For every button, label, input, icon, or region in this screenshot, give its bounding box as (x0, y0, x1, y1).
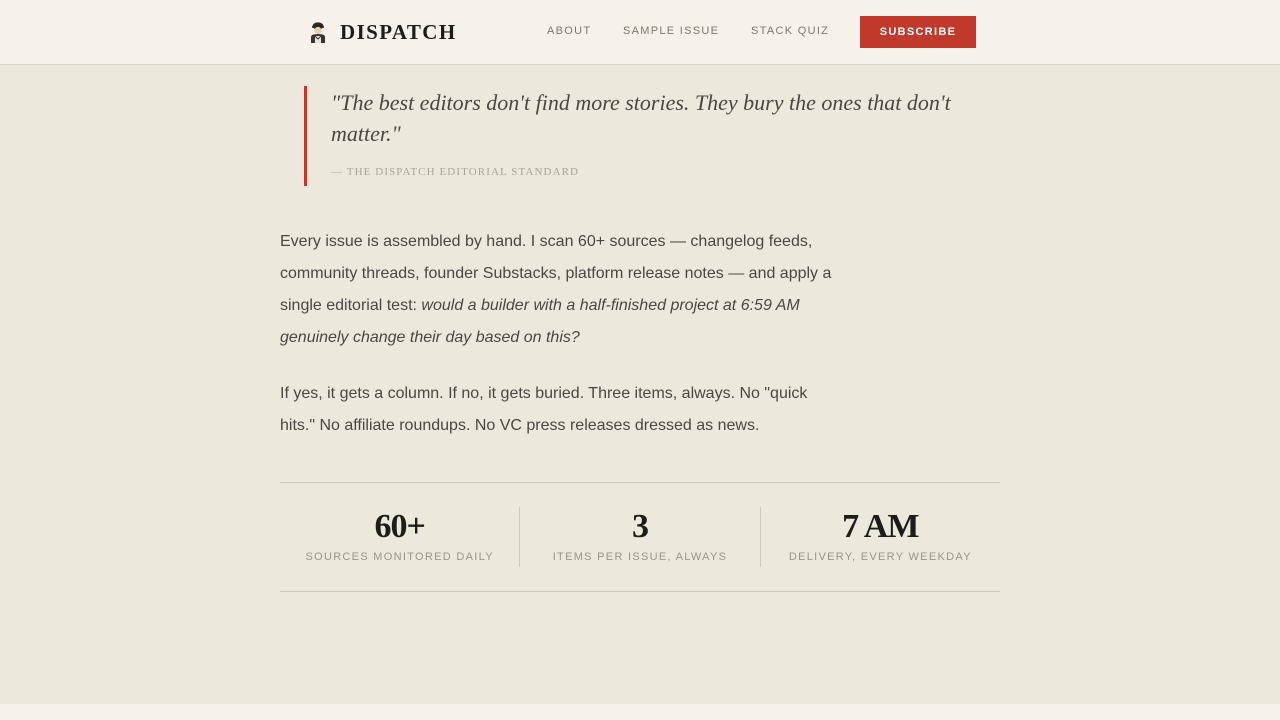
stat-value: 60+ (374, 508, 425, 545)
stat-value: 7 AM (842, 508, 919, 545)
quote-text: "The best editors don't find more storie… (331, 90, 951, 146)
stat-value: 3 (631, 508, 649, 545)
nav-stack-quiz[interactable]: STACK QUIZ (751, 25, 829, 37)
footer-strip (0, 704, 1280, 720)
body-paragraph-1: Every issue is assembled by hand. I scan… (280, 226, 840, 354)
stat-label: ITEMS PER ISSUE, ALWAYS (552, 551, 728, 563)
subscribe-button[interactable]: SUBSCRIBE (860, 16, 976, 48)
editorial-quote: "The best editors don't find more storie… (304, 86, 994, 186)
nav-sample-issue[interactable]: SAMPLE ISSUE (623, 25, 719, 37)
stat-items: 3 ITEMS PER ISSUE, ALWAYS (519, 507, 759, 567)
quote-attribution: — THE DISPATCH EDITORIAL STANDARD (331, 166, 580, 178)
body-paragraph-2: If yes, it gets a column. If no, it gets… (280, 385, 808, 434)
stat-label: DELIVERY, EVERY WEEKDAY (788, 551, 972, 563)
newsboy-icon (311, 22, 325, 43)
stat-label: SOURCES MONITORED DAILY (305, 551, 494, 563)
logo[interactable]: DISPATCH (308, 19, 457, 45)
stats-bar: 60+ SOURCES MONITORED DAILY 3 ITEMS PER … (280, 482, 1000, 592)
nav-about[interactable]: ABOUT (547, 25, 591, 37)
stat-sources: 60+ SOURCES MONITORED DAILY (280, 507, 519, 567)
site-header: DISPATCH ABOUT SAMPLE ISSUE STACK QUIZ S… (0, 0, 1280, 65)
brand-name: DISPATCH (340, 19, 457, 44)
stat-delivery: 7 AM DELIVERY, EVERY WEEKDAY (759, 507, 1000, 567)
